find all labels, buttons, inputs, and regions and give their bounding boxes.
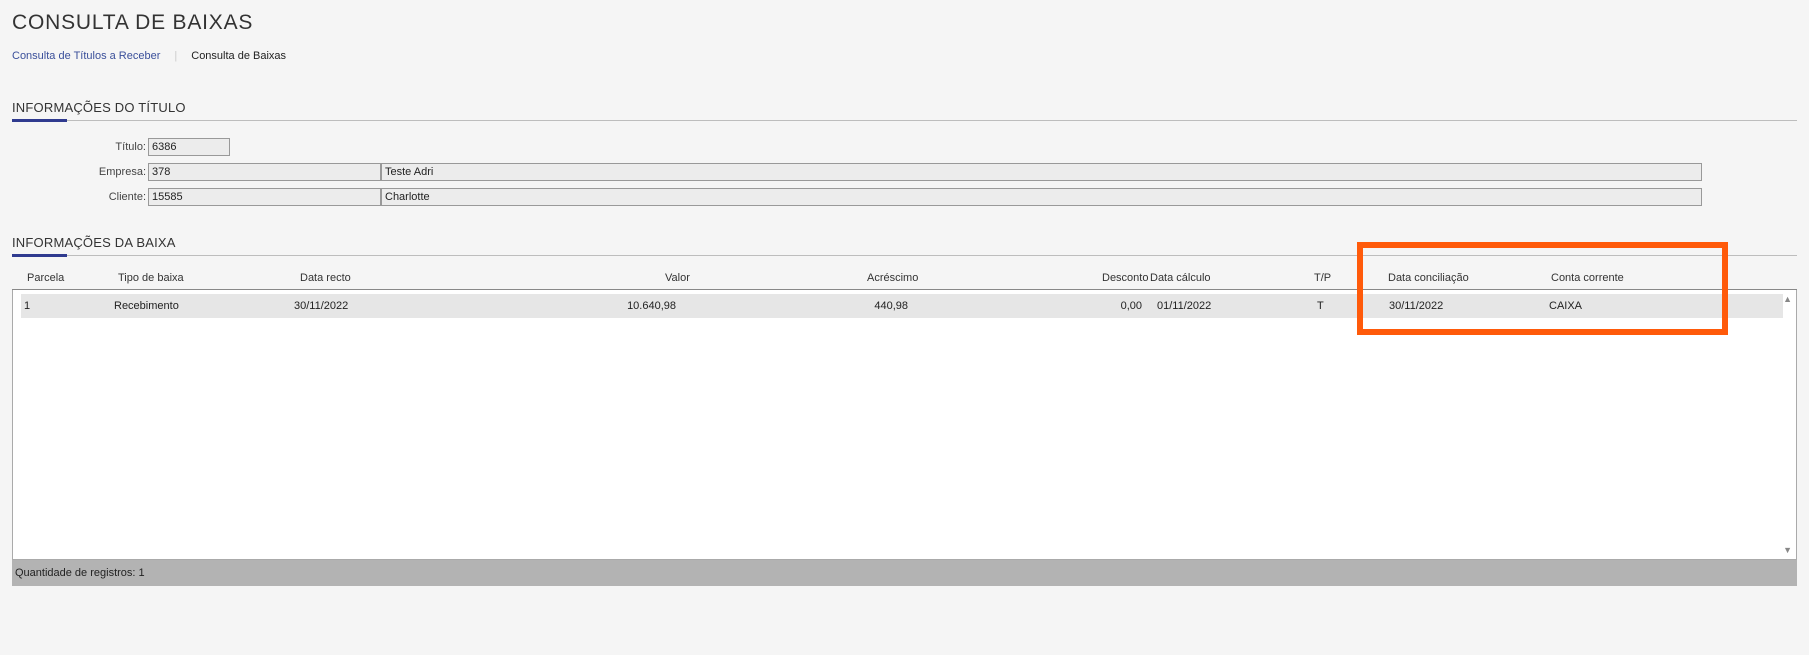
cell-tipo-baixa: Recebimento [114,300,179,312]
col-header-tp[interactable]: T/P [1314,272,1331,284]
cell-data-calculo: 01/11/2022 [1157,300,1212,312]
breadcrumb-link-titulos[interactable]: Consulta de Títulos a Receber [12,50,160,62]
section-title-titulo: INFORMAÇÕES DO TÍTULO [12,100,186,115]
cell-desconto: 0,00 [1120,300,1142,312]
titulo-label: Título: [115,141,146,153]
section-accent [12,119,67,122]
cell-valor: 10.640,98 [627,300,676,312]
section-title-baixa: INFORMAÇÕES DA BAIXA [12,235,176,250]
form-row-titulo: Título: 6386 [12,138,230,156]
cell-data-recto: 30/11/2022 [294,300,349,312]
chevron-down-icon[interactable]: ▼ [1783,545,1792,555]
highlight-box [1357,242,1728,335]
cell-tp: T [1317,300,1324,312]
empresa-name-field[interactable]: Teste Adri [381,163,1702,181]
col-header-tipo-baixa[interactable]: Tipo de baixa [118,272,184,284]
form-row-cliente: Cliente: 15585 Charlotte [12,188,1702,206]
section-accent [12,254,67,257]
titulo-field[interactable]: 6386 [148,138,230,156]
grid-footer-record-count: Quantidade de registros: 1 [12,560,1797,586]
section-header-titulo: INFORMAÇÕES DO TÍTULO [12,99,1797,122]
col-header-acrescimo[interactable]: Acréscimo [867,272,918,284]
col-header-parcela[interactable]: Parcela [27,272,64,284]
col-header-valor[interactable]: Valor [665,272,690,284]
form-row-empresa: Empresa: 378 Teste Adri [12,163,1702,181]
chevron-up-icon[interactable]: ▲ [1783,294,1792,304]
col-header-data-recto[interactable]: Data recto [300,272,351,284]
cliente-name-field[interactable]: Charlotte [381,188,1702,206]
col-header-data-calculo[interactable]: Data cálculo [1150,272,1211,284]
cell-acrescimo: 440,98 [874,300,908,312]
breadcrumb: Consulta de Títulos a Receber | Consulta… [12,50,286,62]
cell-parcela: 1 [24,300,31,312]
breadcrumb-separator: | [174,50,178,62]
cliente-label: Cliente: [108,191,146,203]
empresa-label: Empresa: [98,166,146,178]
empresa-code-field[interactable]: 378 [148,163,381,181]
breadcrumb-current: Consulta de Baixas [191,50,287,62]
cliente-code-field[interactable]: 15585 [148,188,381,206]
page-title: CONSULTA DE BAIXAS [12,11,254,34]
col-header-desconto[interactable]: Desconto [1102,272,1148,284]
